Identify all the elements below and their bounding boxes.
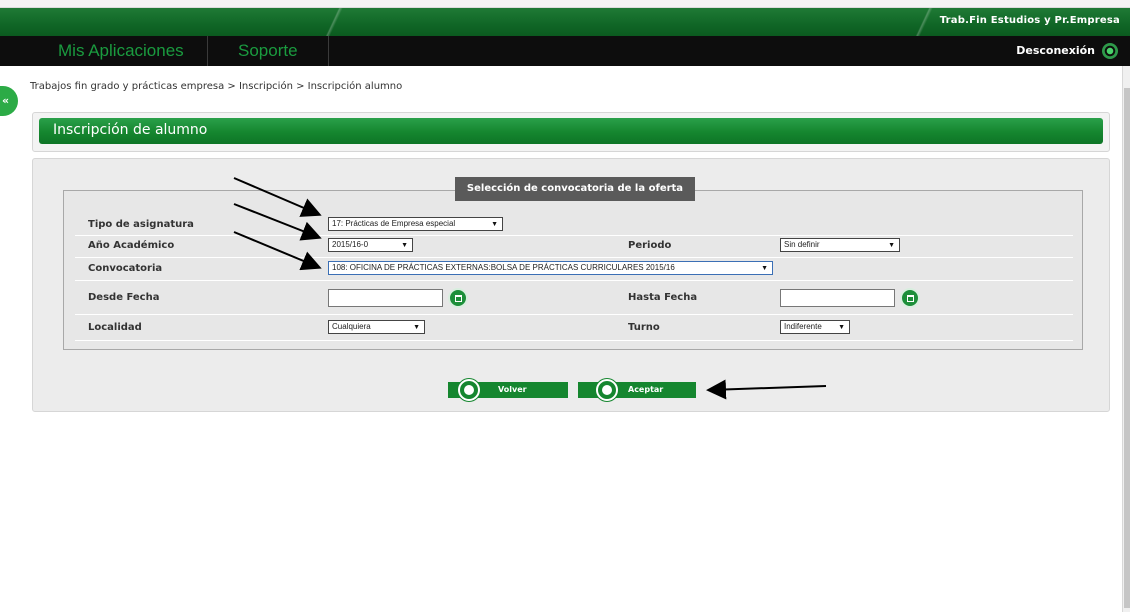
localidad-label: Localidad [88, 322, 142, 333]
form-row-fechas [75, 281, 1073, 315]
page-root: Trab.Fin Estudios y Pr.Empresa Mis Aplic… [0, 0, 1130, 612]
calendar-icon[interactable] [448, 288, 468, 308]
localidad-select-value: Cualquiera [332, 322, 371, 331]
hasta-label: Hasta Fecha [628, 292, 698, 303]
tipo-select-value: 17: Prácticas de Empresa especial [332, 219, 456, 228]
chevron-down-icon: ▼ [838, 324, 845, 331]
convocatoria-label: Convocatoria [88, 263, 163, 274]
hasta-fecha-input[interactable] [780, 289, 895, 307]
convocatoria-select-value: 108: OFICINA DE PRÁCTICAS EXTERNAS:BOLSA… [332, 263, 675, 272]
turno-select[interactable]: Indiferente ▼ [780, 320, 850, 334]
chevron-down-icon: ▼ [761, 265, 768, 272]
anio-select-value: 2015/16-0 [332, 240, 369, 249]
nav-soporte[interactable]: Soporte [238, 39, 298, 63]
main-nav: Mis Aplicaciones Soporte Desconexión [0, 36, 1130, 66]
chevron-down-icon: ▼ [413, 324, 420, 331]
chevron-down-icon: ▼ [888, 242, 895, 249]
tipo-label: Tipo de asignatura [88, 219, 194, 230]
periodo-select-value: Sin definir [784, 240, 820, 249]
header-banner: Trab.Fin Estudios y Pr.Empresa [0, 0, 1130, 36]
fieldset-legend: Selección de convocatoria de la oferta [455, 177, 695, 201]
form-row-anio [75, 236, 1073, 258]
page-title: Inscripción de alumno [53, 122, 208, 138]
aceptar-label: Aceptar [628, 385, 664, 394]
chevron-down-icon: ▼ [491, 221, 498, 228]
scrollbar[interactable] [1122, 66, 1130, 612]
localidad-select[interactable]: Cualquiera ▼ [328, 320, 425, 334]
periodo-label: Periodo [628, 240, 672, 251]
back-icon [458, 379, 480, 401]
anio-label: Año Académico [88, 240, 175, 251]
chevron-down-icon: ▼ [401, 242, 408, 249]
nav-mis-aplicaciones[interactable]: Mis Aplicaciones [58, 39, 184, 63]
turno-select-value: Indiferente [784, 322, 822, 331]
tipo-select[interactable]: 17: Prácticas de Empresa especial ▼ [328, 217, 503, 231]
anio-select[interactable]: 2015/16-0 ▼ [328, 238, 413, 252]
page-title-bar: Inscripción de alumno [39, 118, 1103, 144]
page-title-panel: Inscripción de alumno [32, 112, 1110, 152]
periodo-select[interactable]: Sin definir ▼ [780, 238, 900, 252]
calendar-icon[interactable] [900, 288, 920, 308]
collapse-handle-icon[interactable]: « [0, 86, 18, 116]
header-decoration [305, 8, 365, 36]
check-icon [596, 379, 618, 401]
power-icon[interactable] [1102, 43, 1118, 59]
app-name: Trab.Fin Estudios y Pr.Empresa [939, 15, 1120, 26]
form-row-localidad [75, 315, 1073, 341]
form-row-tipo [75, 212, 1073, 236]
breadcrumb: Trabajos fin grado y prácticas empresa >… [30, 81, 403, 92]
logout-link[interactable]: Desconexión [1016, 44, 1095, 57]
turno-label: Turno [628, 322, 660, 333]
convocatoria-select[interactable]: 108: OFICINA DE PRÁCTICAS EXTERNAS:BOLSA… [328, 261, 773, 275]
desde-fecha-input[interactable] [328, 289, 443, 307]
form-panel: Selección de convocatoria de la oferta T… [32, 158, 1110, 412]
volver-button[interactable]: Volver [448, 379, 568, 401]
volver-label: Volver [498, 385, 527, 394]
desde-label: Desde Fecha [88, 292, 160, 303]
nav-separator [207, 36, 208, 66]
header-top-strip [0, 0, 1130, 8]
aceptar-button[interactable]: Aceptar [578, 379, 696, 401]
scrollbar-thumb[interactable] [1124, 88, 1130, 608]
nav-separator [328, 36, 329, 66]
